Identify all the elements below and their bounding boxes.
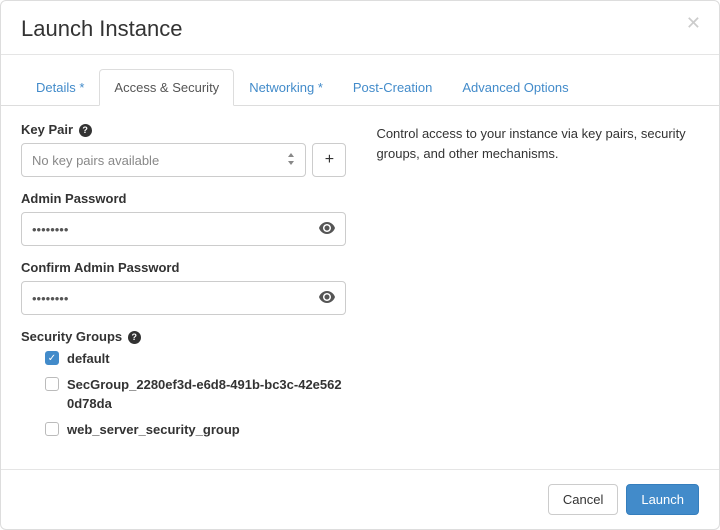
eye-icon[interactable] xyxy=(319,221,335,237)
keypair-label: Key Pair ? xyxy=(21,122,346,137)
admin-password-input[interactable]: •••••••• xyxy=(21,212,346,246)
help-column: Control access to your instance via key … xyxy=(376,122,699,453)
launch-instance-modal: Launch Instance ✕ Details * Access & Sec… xyxy=(0,0,720,530)
close-icon: ✕ xyxy=(686,13,701,33)
tab-label: Access & Security xyxy=(114,80,219,95)
form-column: Key Pair ? No key pairs available + xyxy=(21,122,346,453)
admin-password-group: Admin Password •••••••• xyxy=(21,191,346,246)
add-keypair-button[interactable]: + xyxy=(312,143,346,177)
plus-icon: + xyxy=(325,151,334,169)
modal-title: Launch Instance xyxy=(21,16,699,42)
confirm-password-group: Confirm Admin Password •••••••• xyxy=(21,260,346,315)
eye-icon[interactable] xyxy=(319,290,335,306)
required-asterisk: * xyxy=(76,80,85,95)
help-icon[interactable]: ? xyxy=(79,124,92,137)
modal-header: Launch Instance ✕ xyxy=(1,1,719,55)
keypair-selected-value: No key pairs available xyxy=(32,153,159,168)
required-asterisk: * xyxy=(314,80,323,95)
tab-networking[interactable]: Networking * xyxy=(234,69,338,106)
launch-button[interactable]: Launch xyxy=(626,484,699,515)
select-caret-icon xyxy=(287,153,295,168)
tabs: Details * Access & Security Networking *… xyxy=(1,69,719,106)
tab-label: Advanced Options xyxy=(462,80,568,95)
checkbox-label: web_server_security_group xyxy=(67,421,240,439)
security-groups-label: Security Groups ? xyxy=(21,329,346,344)
tab-post-creation[interactable]: Post-Creation xyxy=(338,69,447,106)
modal-footer: Cancel Launch xyxy=(1,469,719,529)
help-icon[interactable]: ? xyxy=(128,331,141,344)
keypair-select[interactable]: No key pairs available xyxy=(21,143,306,177)
tab-advanced-options[interactable]: Advanced Options xyxy=(447,69,583,106)
admin-password-label: Admin Password xyxy=(21,191,346,206)
checkbox-label: default xyxy=(67,350,110,368)
password-value: •••••••• xyxy=(32,222,68,237)
tab-label: Networking xyxy=(249,80,314,95)
security-groups-group: Security Groups ? ✓ default SecGroup_228… xyxy=(21,329,346,439)
security-group-item[interactable]: web_server_security_group xyxy=(45,421,346,439)
password-value: •••••••• xyxy=(32,291,68,306)
security-group-item[interactable]: ✓ default xyxy=(45,350,346,368)
security-group-item[interactable]: SecGroup_2280ef3d-e6d8-491b-bc3c-42e5620… xyxy=(45,376,346,412)
security-groups-list: ✓ default SecGroup_2280ef3d-e6d8-491b-bc… xyxy=(21,350,346,439)
tab-label: Post-Creation xyxy=(353,80,432,95)
confirm-password-input[interactable]: •••••••• xyxy=(21,281,346,315)
modal-body: Key Pair ? No key pairs available + xyxy=(1,106,719,469)
confirm-password-label: Confirm Admin Password xyxy=(21,260,346,275)
cancel-button[interactable]: Cancel xyxy=(548,484,618,515)
checkbox[interactable] xyxy=(45,377,59,391)
keypair-group: Key Pair ? No key pairs available + xyxy=(21,122,346,177)
tab-details[interactable]: Details * xyxy=(21,69,99,106)
checkbox[interactable]: ✓ xyxy=(45,351,59,365)
keypair-row: No key pairs available + xyxy=(21,143,346,177)
tab-label: Details xyxy=(36,80,76,95)
checkbox[interactable] xyxy=(45,422,59,436)
checkbox-label: SecGroup_2280ef3d-e6d8-491b-bc3c-42e5620… xyxy=(67,376,346,412)
close-button[interactable]: ✕ xyxy=(686,13,701,34)
help-text: Control access to your instance via key … xyxy=(376,124,699,163)
tab-access-security[interactable]: Access & Security xyxy=(99,69,234,106)
